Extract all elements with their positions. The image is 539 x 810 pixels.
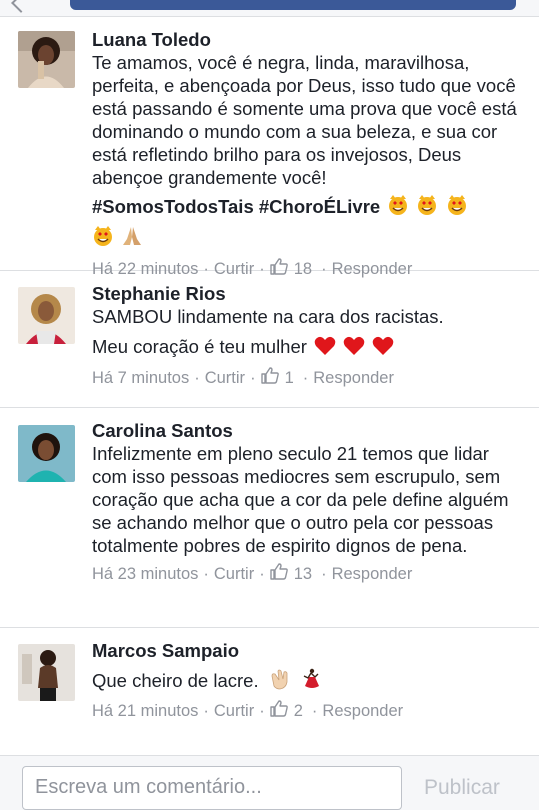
comment-item: Marcos Sampaio Que cheiro de lacre. Há 2… — [0, 628, 539, 737]
comment-text: Te amamos, você é negra, linda, maravilh… — [92, 51, 525, 252]
dancer-icon — [301, 668, 321, 695]
comment-time[interactable]: Há 7 minutos — [92, 368, 189, 388]
separator: · — [311, 702, 318, 720]
red-heart-icon — [372, 336, 394, 361]
comment-meta: Há 21 minutos · Curtir · 2 · Responder — [92, 700, 525, 722]
comment-input[interactable]: Escreva um comentário... — [22, 766, 402, 810]
header-bar[interactable] — [70, 0, 516, 10]
comment-body-line: Meu coração é teu mulher — [92, 335, 525, 361]
smiling-cat-heart-eyes-icon — [416, 194, 438, 221]
separator: · — [259, 702, 265, 720]
comment-author[interactable]: Carolina Santos — [92, 420, 525, 442]
comment-composer: Escreva um comentário... Publicar — [0, 755, 539, 810]
comment-author[interactable]: Luana Toledo — [92, 29, 525, 51]
comment-text: Infelizmente em pleno seculo 21 temos qu… — [92, 442, 525, 557]
separator: · — [302, 369, 309, 387]
separator: · — [203, 702, 209, 720]
smiling-cat-heart-eyes-icon — [92, 225, 114, 252]
like-count: 2 — [293, 702, 303, 720]
like-action[interactable]: Curtir — [214, 564, 254, 584]
avatar[interactable] — [18, 31, 75, 88]
like-count: 13 — [293, 565, 313, 583]
comment-meta: Há 7 minutos · Curtir · 1 · Responder — [92, 367, 525, 389]
comment-body: Que cheiro de lacre. — [92, 670, 259, 691]
praying-hands-icon — [121, 225, 143, 252]
comment-body: Infelizmente em pleno seculo 21 temos qu… — [92, 443, 509, 556]
publish-button[interactable]: Publicar — [424, 776, 500, 800]
comment-body: Te amamos, você é negra, linda, maravilh… — [92, 52, 517, 188]
comment-emoji-line — [92, 225, 525, 252]
like-action[interactable]: Curtir — [214, 701, 254, 721]
comment-meta: Há 23 minutos · Curtir · 13 · Responder — [92, 563, 525, 585]
separator: · — [194, 369, 200, 387]
comment-list: Luana Toledo Te amamos, você é negra, li… — [0, 17, 539, 737]
smiling-cat-heart-eyes-icon — [446, 194, 468, 221]
avatar[interactable] — [18, 644, 75, 701]
top-bar — [0, 0, 539, 17]
comment-text: Que cheiro de lacre. — [92, 668, 525, 695]
separator: · — [321, 565, 327, 583]
comment-text: SAMBOU lindamente na cara dos racistas. … — [92, 305, 525, 361]
like-action[interactable]: Curtir — [205, 368, 245, 388]
comment-body: Meu coração é teu mulher — [92, 336, 307, 357]
comment-body: SAMBOU lindamente na cara dos racistas. — [92, 306, 444, 327]
like-count: 1 — [284, 369, 294, 387]
comment-body-line: Que cheiro de lacre. — [92, 668, 525, 695]
reply-action[interactable]: Responder — [313, 368, 394, 388]
comment-item: Luana Toledo Te amamos, você é negra, li… — [0, 17, 539, 278]
comment-item: Carolina Santos Infelizmente em pleno se… — [0, 408, 539, 628]
comment-author[interactable]: Stephanie Rios — [92, 283, 525, 305]
clapping-hands-icon — [270, 668, 294, 695]
red-heart-icon — [314, 336, 336, 361]
separator: · — [250, 369, 256, 387]
red-heart-icon — [343, 336, 365, 361]
comment-author[interactable]: Marcos Sampaio — [92, 640, 525, 662]
comment-hashtags-line: #SomosTodosTais #ChoroÉLivre — [92, 194, 525, 221]
separator: · — [203, 565, 209, 583]
comment-hashtags[interactable]: #SomosTodosTais #ChoroÉLivre — [92, 196, 380, 217]
like-icon — [260, 367, 279, 389]
reply-action[interactable]: Responder — [332, 564, 413, 584]
avatar[interactable] — [18, 287, 75, 344]
separator: · — [259, 565, 265, 583]
reply-action[interactable]: Responder — [322, 701, 403, 721]
comment-time[interactable]: Há 21 minutos — [92, 701, 198, 721]
smiling-cat-heart-eyes-icon — [387, 194, 409, 221]
comment-time[interactable]: Há 23 minutos — [92, 564, 198, 584]
like-icon — [270, 563, 288, 585]
back-icon[interactable] — [11, 0, 31, 13]
like-icon — [270, 700, 288, 722]
avatar[interactable] — [18, 425, 75, 482]
comment-item: Stephanie Rios SAMBOU lindamente na cara… — [0, 271, 539, 408]
